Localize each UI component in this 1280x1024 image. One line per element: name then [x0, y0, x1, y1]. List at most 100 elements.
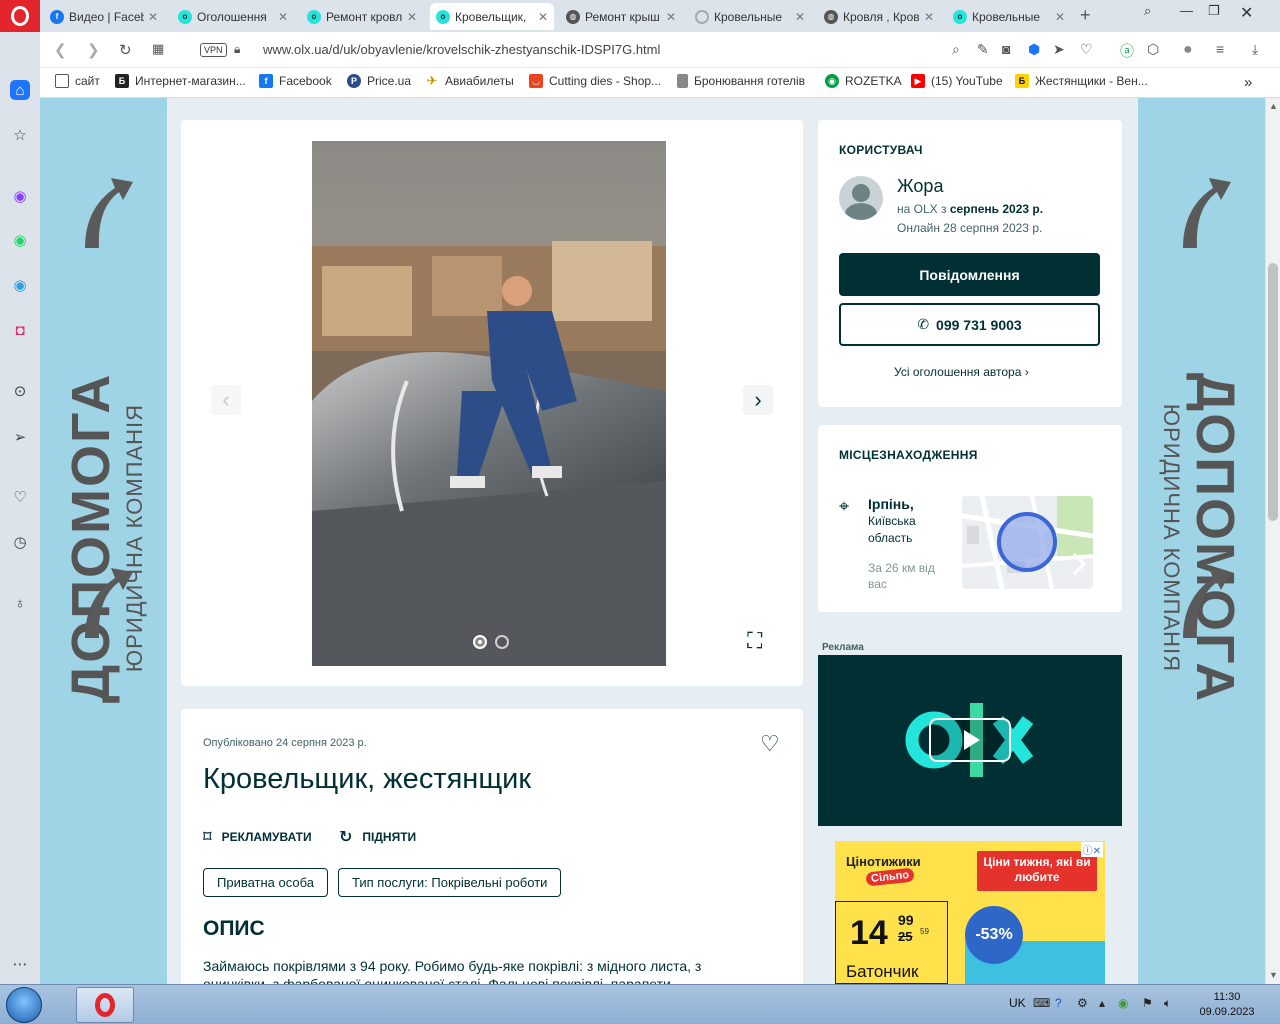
bookmark-price[interactable]: P Price.ua — [347, 74, 411, 88]
scroll-thumb[interactable] — [1268, 263, 1278, 521]
close-tab-icon[interactable]: ✕ — [278, 10, 288, 24]
messenger-icon[interactable]: ◉ — [10, 186, 30, 206]
tab-olx-roofer-active[interactable]: o Кровельщик, ✕ — [430, 3, 554, 30]
tab-roofing-site[interactable]: ◍ Кровля , Кров ✕ — [818, 3, 940, 30]
more-bookmarks-button[interactable]: » — [1244, 74, 1252, 91]
page-scrollbar[interactable]: ▲ ▼ — [1265, 98, 1280, 984]
close-tab-icon[interactable]: ✕ — [538, 10, 548, 24]
send-icon[interactable]: ➤ — [1053, 41, 1065, 58]
side-ad-right[interactable]: ДОПОМОГА ЮРИДИЧНА КОМПАНІЯ — [1138, 98, 1265, 984]
all-author-ads-link[interactable]: Усі оголошення автора › — [894, 365, 1029, 379]
bookmark-youtube[interactable]: ▶ (15) YouTube — [911, 74, 1003, 88]
banner-ad[interactable]: Цінотижики Сільпо Ціни тижня, які ви люб… — [835, 841, 1105, 984]
instagram-icon[interactable]: ◘ — [10, 320, 30, 340]
reload-icon[interactable]: ↻ — [119, 41, 132, 59]
download-icon[interactable]: ⤓ — [1252, 41, 1258, 58]
send-sidebar-icon[interactable]: ➢ — [10, 427, 30, 447]
tag-service-type[interactable]: Тип послуги: Покрівельні роботи — [338, 868, 562, 897]
heart-bookmark-icon[interactable]: ♡ — [1080, 41, 1093, 58]
antivirus-icon[interactable]: ◉ — [1118, 996, 1128, 1010]
tab-olx-roofing[interactable]: o Кровельные ✕ — [947, 3, 1071, 30]
close-tab-icon[interactable]: ✕ — [666, 10, 676, 24]
prev-photo-button[interactable]: ‹ — [211, 385, 241, 415]
bookmark-cutting-dies[interactable]: ◡ Cutting dies - Shop... — [529, 74, 661, 88]
keyboard-icon[interactable]: ⌨ — [1033, 996, 1050, 1010]
settings-tray-icon[interactable]: ⚙ — [1077, 996, 1088, 1010]
url-field[interactable]: www.olx.ua/d/uk/obyavlenie/krovelschik-z… — [263, 42, 660, 57]
camera-icon[interactable]: ◙ — [1002, 41, 1010, 57]
zoom-icon[interactable]: ⌕ — [952, 41, 960, 58]
bookmark-site[interactable]: сайт — [55, 74, 100, 88]
show-hidden-icons[interactable]: ▴ — [1099, 996, 1105, 1010]
profile-icon[interactable]: ● — [1183, 41, 1193, 59]
scroll-up-icon[interactable]: ▲ — [1269, 101, 1278, 111]
cube-icon[interactable]: ⬡ — [1147, 41, 1159, 58]
bookmark-online-store[interactable]: Б Интернет-магазин... — [115, 74, 246, 88]
bookmark-facebook[interactable]: f Facebook — [259, 74, 332, 88]
promote-button[interactable]: ⌑ РЕКЛАМУВАТИ — [203, 827, 312, 847]
location-map[interactable] — [962, 496, 1093, 589]
whatsapp-icon[interactable]: ◉ — [10, 230, 30, 250]
ad-choices-icon[interactable]: ⓘ✕ — [1080, 842, 1103, 857]
next-photo-button[interactable]: › — [743, 385, 773, 415]
menu-icon[interactable]: ≡ — [1216, 41, 1224, 57]
close-tab-icon[interactable]: ✕ — [407, 10, 417, 24]
edit-icon[interactable]: ✎ — [977, 41, 989, 58]
help-icon[interactable]: ? — [1055, 996, 1062, 1010]
language-indicator[interactable]: UK — [1009, 996, 1026, 1010]
avatar[interactable] — [839, 176, 883, 220]
home-icon[interactable]: ⌂ — [10, 80, 30, 100]
start-button[interactable] — [6, 987, 42, 1023]
telegram-icon[interactable]: ◉ — [10, 275, 30, 295]
close-tab-icon[interactable]: ✕ — [148, 10, 158, 24]
restore-button[interactable]: ❐ — [1208, 3, 1220, 19]
photo-dot-2[interactable] — [495, 635, 509, 649]
back-icon[interactable]: ❮ — [54, 41, 67, 59]
fullscreen-icon[interactable]: ⛶ — [747, 628, 762, 654]
user-name[interactable]: Жора — [897, 176, 943, 197]
tag-private-person[interactable]: Приватна особа — [203, 868, 328, 897]
opera-menu-button[interactable] — [0, 0, 40, 32]
vpn-badge[interactable]: VPN — [200, 43, 227, 57]
video-ad[interactable] — [818, 655, 1122, 826]
raise-button[interactable]: ↻ ПІДНЯТИ — [339, 827, 416, 847]
flag-icon[interactable]: ⚑ — [1142, 996, 1153, 1010]
message-button[interactable]: Повідомлення — [839, 253, 1100, 296]
taskbar-opera-button[interactable] — [76, 987, 134, 1023]
side-ad-left[interactable]: ДОПОМОГА ЮРИДИЧНА КОМПАНІЯ — [40, 98, 167, 984]
more-sidebar-icon[interactable]: ⋯ — [10, 954, 30, 974]
tab-olx-ads[interactable]: o Оголошення ✕ — [172, 3, 294, 30]
bookmark-tinsmiths[interactable]: Б Жестянщики - Вен... — [1015, 74, 1148, 88]
phone-button[interactable]: ✆ 099 731 9003 — [839, 303, 1100, 346]
tab-roofing-loading[interactable]: Кровельные ✕ — [689, 3, 811, 30]
listing-photo[interactable] — [312, 141, 666, 666]
favorite-heart-icon[interactable]: ♡ — [760, 731, 780, 757]
tab-olx-roof-repair[interactable]: o Ремонт кровл ✕ — [301, 3, 423, 30]
tabs-grid-icon[interactable]: ▦ — [152, 41, 164, 57]
close-tab-icon[interactable]: ✕ — [1055, 10, 1065, 24]
clock[interactable]: 11:30 09.09.2023 — [1196, 990, 1258, 1020]
bookmark-hotels[interactable]: Бронювання готелів — [677, 74, 805, 88]
new-tab-button[interactable]: + — [1080, 5, 1091, 26]
star-icon[interactable]: ☆ — [10, 125, 30, 145]
history-icon[interactable]: ◷ — [10, 532, 30, 552]
tab-roof-repair[interactable]: ◍ Ремонт крыш ✕ — [560, 3, 682, 30]
extension-a-icon[interactable]: ⓐ — [1120, 41, 1134, 61]
bookmark-rozetka[interactable]: ◉ ROZETKA — [825, 74, 902, 88]
lock-icon[interactable]: 🔒︎ — [234, 42, 240, 57]
bulb-icon[interactable]: ♁ — [10, 593, 30, 613]
bookmark-flights[interactable]: ✈ Авиабилеты — [425, 73, 514, 88]
heart-sidebar-icon[interactable]: ♡ — [10, 487, 30, 507]
play-button[interactable] — [929, 718, 1011, 762]
search-tabs-icon[interactable]: ⌕ — [1144, 3, 1151, 19]
forward-icon[interactable]: ❯ — [87, 41, 100, 59]
minimize-button[interactable]: — — [1180, 3, 1193, 18]
shield-icon[interactable]: ⬢ — [1028, 41, 1040, 58]
scroll-down-icon[interactable]: ▼ — [1269, 970, 1278, 980]
volume-icon[interactable]: 🔈︎ — [1164, 996, 1171, 1011]
close-window-button[interactable]: ✕ — [1240, 3, 1253, 23]
close-tab-icon[interactable]: ✕ — [795, 10, 805, 24]
tab-facebook-video[interactable]: f Видео | Faceb ✕ — [44, 3, 164, 30]
close-tab-icon[interactable]: ✕ — [924, 10, 934, 24]
photo-dot-1[interactable] — [473, 635, 487, 649]
